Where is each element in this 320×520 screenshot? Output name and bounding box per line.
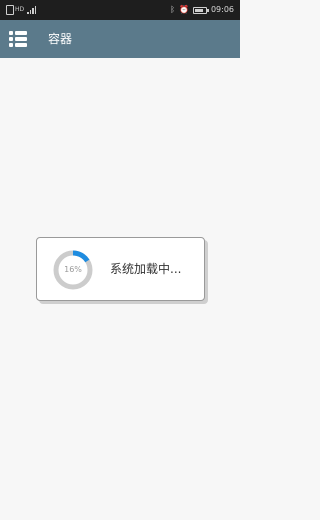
loading-message: 系统加载中... bbox=[110, 262, 182, 276]
status-bar: HD ᛒ ⏰ 09:06 bbox=[0, 0, 240, 20]
app-bar: 容器 bbox=[0, 20, 240, 58]
loading-dialog: 16% 系统加载中... bbox=[36, 237, 205, 301]
menu-row bbox=[9, 43, 27, 47]
signal-icon bbox=[27, 6, 37, 14]
battery-fill bbox=[194, 8, 203, 12]
page-title: 容器 bbox=[48, 32, 73, 46]
menu-row bbox=[9, 31, 27, 35]
progress-ring: 16% bbox=[53, 250, 93, 290]
status-left-group: HD bbox=[6, 4, 37, 16]
network-type-label: HD bbox=[15, 6, 25, 13]
progress-percent: 16% bbox=[64, 265, 82, 274]
menu-list-icon[interactable] bbox=[9, 31, 27, 47]
sim-icon bbox=[6, 5, 14, 15]
bluetooth-icon: ᛒ bbox=[170, 5, 175, 14]
battery-icon bbox=[192, 6, 209, 14]
alarm-icon: ⏰ bbox=[178, 5, 189, 14]
menu-row bbox=[9, 37, 27, 41]
status-right-group: ᛒ ⏰ 09:06 bbox=[170, 4, 234, 16]
status-time: 09:06 bbox=[210, 5, 234, 14]
